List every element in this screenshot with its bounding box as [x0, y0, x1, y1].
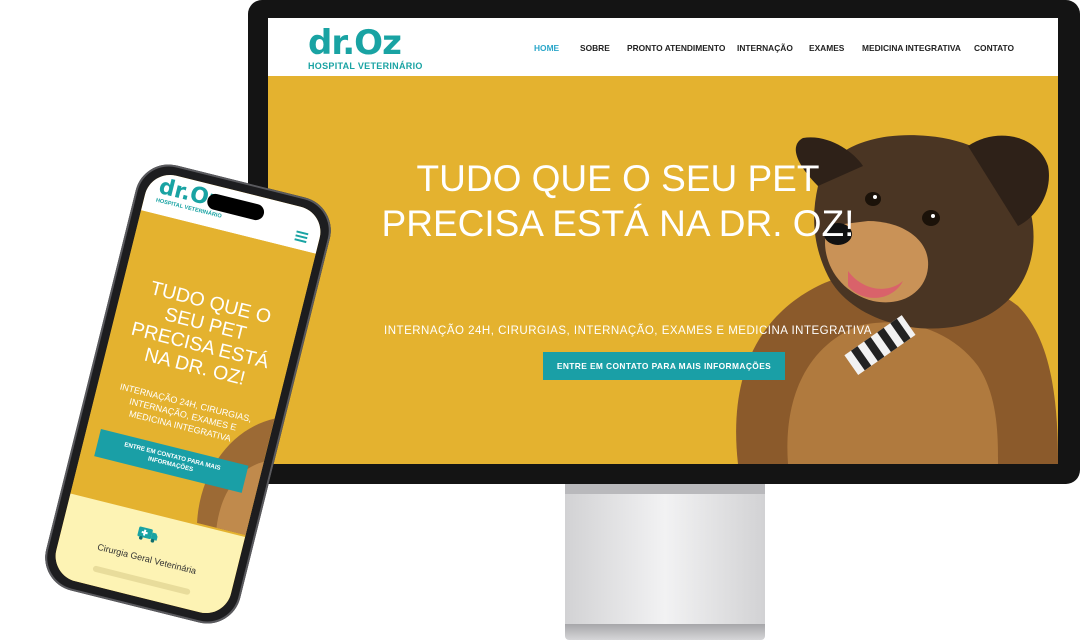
mobile-hero-title: TUDO QUE O SEU PET PRECISA ESTÁ NA DR. O… — [111, 272, 295, 398]
hamburger-menu-icon[interactable] — [294, 230, 309, 244]
desktop-navbar: dr.Oz HOSPITAL VETERINÁRIO HOME SOBRE PR… — [268, 18, 1058, 76]
mobile-hero-banner: TUDO QUE O SEU PET PRECISA ESTÁ NA DR. O… — [70, 210, 316, 538]
nav-contato[interactable]: CONTATO — [974, 43, 1014, 57]
contact-cta-button[interactable]: ENTRE EM CONTATO PARA MAIS INFORMAÇÕES — [543, 352, 785, 380]
hero-title: TUDO QUE O SEU PET PRECISA ESTÁ NA DR. O… — [368, 156, 868, 246]
monitor-stand — [565, 484, 765, 626]
nav-internacao[interactable]: INTERNAÇÃO — [737, 43, 793, 57]
hero-title-line-2: PRECISA ESTÁ NA DR. OZ! — [381, 203, 855, 244]
logo-wordmark: dr.Oz — [308, 23, 402, 63]
desktop-website: dr.Oz HOSPITAL VETERINÁRIO HOME SOBRE PR… — [268, 18, 1058, 464]
nav-home[interactable]: HOME — [534, 43, 559, 57]
nav-exames[interactable]: EXAMES — [809, 43, 844, 57]
desktop-logo[interactable]: dr.Oz HOSPITAL VETERINÁRIO — [308, 26, 423, 71]
nav-sobre[interactable]: SOBRE — [580, 43, 610, 57]
nav-pronto-atendimento[interactable]: PRONTO ATENDIMENTO — [627, 43, 725, 57]
monitor-stand-hinge — [565, 484, 765, 494]
monitor-stand-base — [565, 624, 765, 640]
hero-title-line-1: TUDO QUE O SEU PET — [416, 158, 820, 199]
ambulance-icon — [137, 526, 158, 543]
nav-medicina-integrativa[interactable]: MEDICINA INTEGRATIVA — [862, 43, 961, 57]
dog-photo — [736, 135, 1058, 464]
logo-subtitle: HOSPITAL VETERINÁRIO — [308, 61, 423, 71]
hero-subtitle: INTERNAÇÃO 24H, CIRURGIAS, INTERNAÇÃO, E… — [384, 325, 872, 337]
